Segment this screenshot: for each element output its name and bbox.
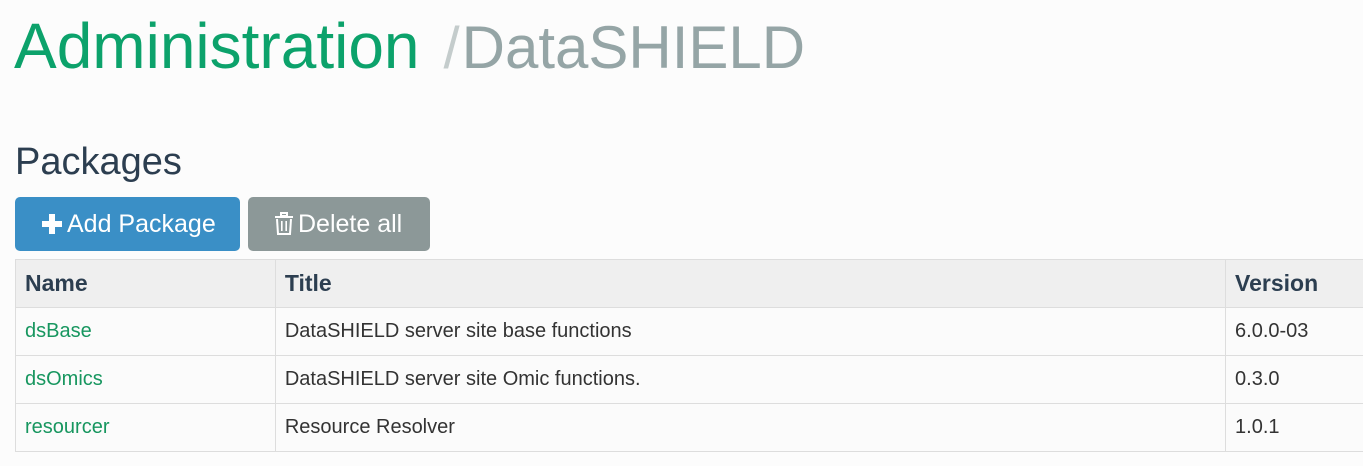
add-package-button[interactable]: Add Package xyxy=(15,197,240,251)
trash-icon xyxy=(274,212,294,236)
package-link-dsbase[interactable]: dsBase xyxy=(25,320,92,342)
table-row: resourcer Resource Resolver 1.0.1 xyxy=(15,403,1363,452)
package-name-cell: dsBase xyxy=(15,307,276,356)
add-package-label: Add Package xyxy=(67,209,216,238)
breadcrumb: Administration / DataSHIELD xyxy=(14,8,805,84)
breadcrumb-separator: / xyxy=(443,16,460,81)
delete-all-button[interactable]: Delete all xyxy=(248,197,430,251)
page-title: DataSHIELD xyxy=(461,14,806,81)
package-version-cell: 1.0.1 xyxy=(1225,403,1363,452)
package-version-cell: 0.3.0 xyxy=(1225,355,1363,404)
column-header-version[interactable]: Version xyxy=(1225,259,1363,308)
package-toolbar: Add Package Delete all xyxy=(15,197,430,251)
column-header-title[interactable]: Title xyxy=(274,259,1227,308)
package-version-cell: 6.0.0-03 xyxy=(1225,307,1363,356)
package-title-cell: DataSHIELD server site Omic functions. xyxy=(274,355,1227,404)
page: Administration / DataSHIELD Packages Add… xyxy=(0,0,1363,466)
package-name-cell: resourcer xyxy=(15,403,276,452)
table-row: dsBase DataSHIELD server site base funct… xyxy=(15,307,1363,356)
package-title-cell: Resource Resolver xyxy=(274,403,1227,452)
package-title-cell: DataSHIELD server site base functions xyxy=(274,307,1227,356)
package-link-dsomics[interactable]: dsOmics xyxy=(25,368,103,390)
table-row: dsOmics DataSHIELD server site Omic func… xyxy=(15,355,1363,404)
package-link-resourcer[interactable]: resourcer xyxy=(25,416,109,438)
column-header-name[interactable]: Name xyxy=(15,259,276,308)
table-header-row: Name Title Version xyxy=(15,259,1363,308)
breadcrumb-administration-link[interactable]: Administration xyxy=(14,8,420,84)
packages-table-container: Name Title Version dsBase DataSHIELD ser… xyxy=(15,259,1363,452)
section-title-packages: Packages xyxy=(15,141,182,183)
packages-table: Name Title Version dsBase DataSHIELD ser… xyxy=(15,259,1363,452)
package-name-cell: dsOmics xyxy=(15,355,276,404)
plus-icon xyxy=(41,213,63,235)
delete-all-label: Delete all xyxy=(298,209,403,238)
